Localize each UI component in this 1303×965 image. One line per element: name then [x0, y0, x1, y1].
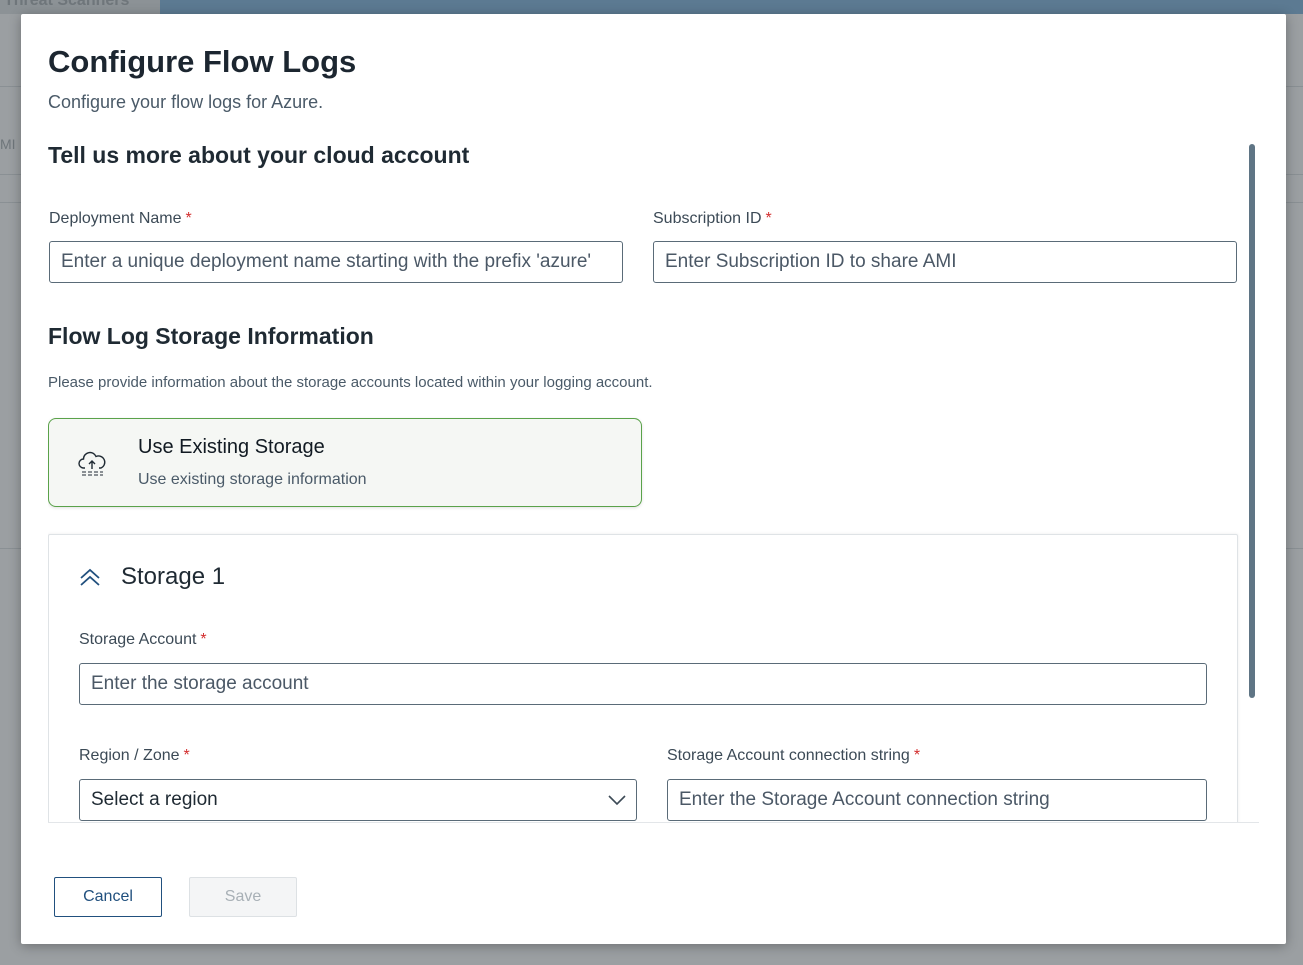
background-page-title: Threat Scanners	[4, 0, 130, 9]
required-indicator: *	[913, 747, 921, 764]
storage-account-label-text: Storage Account	[79, 631, 197, 648]
subscription-id-input[interactable]	[653, 241, 1237, 283]
chevron-down-icon	[608, 795, 626, 806]
storage-account-label: Storage Account *	[79, 631, 207, 649]
storage-info-section-title: Flow Log Storage Information	[48, 323, 374, 349]
connection-string-label: Storage Account connection string *	[667, 747, 920, 765]
storage-panel: Storage 1 Storage Account* Region / Zone…	[48, 534, 1238, 822]
dialog-subtitle: Configure your flow logs for Azure.	[48, 92, 324, 112]
use-existing-storage-option[interactable]: Use Existing Storage Use existing storag…	[48, 418, 642, 507]
required-indicator: *	[185, 210, 192, 227]
region-select[interactable]: Select a region	[79, 779, 637, 821]
storage-info-help-text: Please provide information about the sto…	[48, 374, 653, 391]
storage-account-input[interactable]	[79, 663, 1207, 705]
subscription-id-label: Subscription ID *	[653, 210, 772, 228]
save-button[interactable]: Save	[189, 877, 297, 917]
option-card-title: Use Existing Storage	[138, 436, 325, 458]
deployment-name-input[interactable]	[49, 241, 623, 283]
configure-flow-logs-dialog: Configure Flow Logs Configure your flow …	[21, 14, 1286, 944]
required-indicator: *	[765, 210, 772, 227]
background-partial-text: MI	[0, 136, 16, 152]
region-select-value: Select a region	[91, 789, 218, 810]
cloud-upload-icon	[78, 451, 106, 476]
region-zone-label: Region / Zone *	[79, 747, 190, 765]
required-indicator: *	[200, 631, 207, 648]
option-card-description: Use existing storage information	[138, 471, 367, 488]
cloud-account-section-title: Tell us more about your cloud account	[48, 142, 470, 168]
required-indicator: *	[183, 747, 190, 764]
scrollbar-thumb[interactable]	[1249, 144, 1255, 698]
connection-string-label-text: Storage Account connection string	[667, 747, 910, 764]
background-tab-bar	[160, 0, 1303, 14]
content-divider	[48, 822, 1259, 823]
dialog-title: Configure Flow Logs	[48, 44, 357, 79]
dialog-scroll-content[interactable]: Tell us more about your cloud account De…	[48, 132, 1259, 822]
cancel-button[interactable]: Cancel	[54, 877, 162, 917]
region-zone-label-text: Region / Zone	[79, 747, 180, 764]
chevron-double-up-icon[interactable]	[78, 565, 102, 589]
deployment-name-label: Deployment Name *	[49, 210, 192, 228]
storage-panel-title: Storage 1	[121, 563, 226, 590]
subscription-id-label-text: Subscription ID	[653, 210, 762, 227]
connection-string-input[interactable]	[667, 779, 1207, 821]
deployment-name-label-text: Deployment Name	[49, 210, 182, 227]
